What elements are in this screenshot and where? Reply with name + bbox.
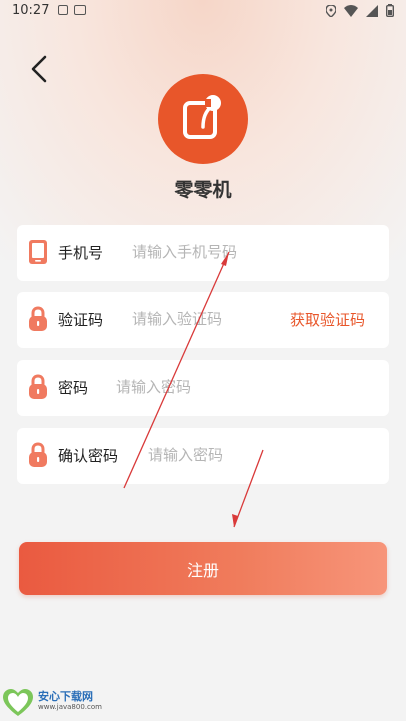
watermark-heart-icon xyxy=(3,689,33,716)
watermark-brand: 安心下载网 xyxy=(38,690,93,703)
confirm-password-input[interactable] xyxy=(148,442,368,468)
code-input[interactable] xyxy=(132,306,282,332)
status-bar: 10:27 xyxy=(0,0,406,22)
system-icons xyxy=(326,4,394,17)
status-time: 10:27 xyxy=(12,3,50,18)
get-code-button[interactable]: 获取验证码 xyxy=(290,309,365,330)
password-label: 密码 xyxy=(58,379,89,397)
wifi-icon xyxy=(344,4,358,17)
signal-icon xyxy=(366,4,378,17)
app-logo xyxy=(158,74,248,164)
app-name: 零零机 xyxy=(174,179,232,201)
register-button[interactable]: 注册 xyxy=(19,542,387,595)
location-icon xyxy=(326,4,336,17)
phone-field-row: 手机号 xyxy=(17,225,389,281)
lock-icon xyxy=(29,374,47,399)
watermark-url: www.java800.com xyxy=(38,703,102,711)
chevron-left-icon xyxy=(31,55,47,83)
watermark: 安心下载网 www.java800.com xyxy=(2,688,102,718)
phone-input[interactable] xyxy=(132,239,372,265)
code-label: 验证码 xyxy=(58,311,104,329)
phone-icon xyxy=(29,240,47,264)
password-field-row: 密码 xyxy=(17,360,389,416)
lock-icon xyxy=(29,442,47,467)
password-input[interactable] xyxy=(116,374,366,400)
phone-label: 手机号 xyxy=(58,244,104,262)
notification-a-icon xyxy=(58,5,68,15)
back-button[interactable] xyxy=(22,52,56,86)
code-field-row: 验证码 获取验证码 xyxy=(17,292,389,348)
confirm-password-field-row: 确认密码 xyxy=(17,428,389,484)
app-logo-icon xyxy=(183,95,221,139)
notification-icons xyxy=(58,5,86,15)
lock-icon xyxy=(29,306,47,331)
notification-image-icon xyxy=(74,5,86,15)
confirm-password-label: 确认密码 xyxy=(58,447,119,465)
battery-icon xyxy=(386,4,394,17)
